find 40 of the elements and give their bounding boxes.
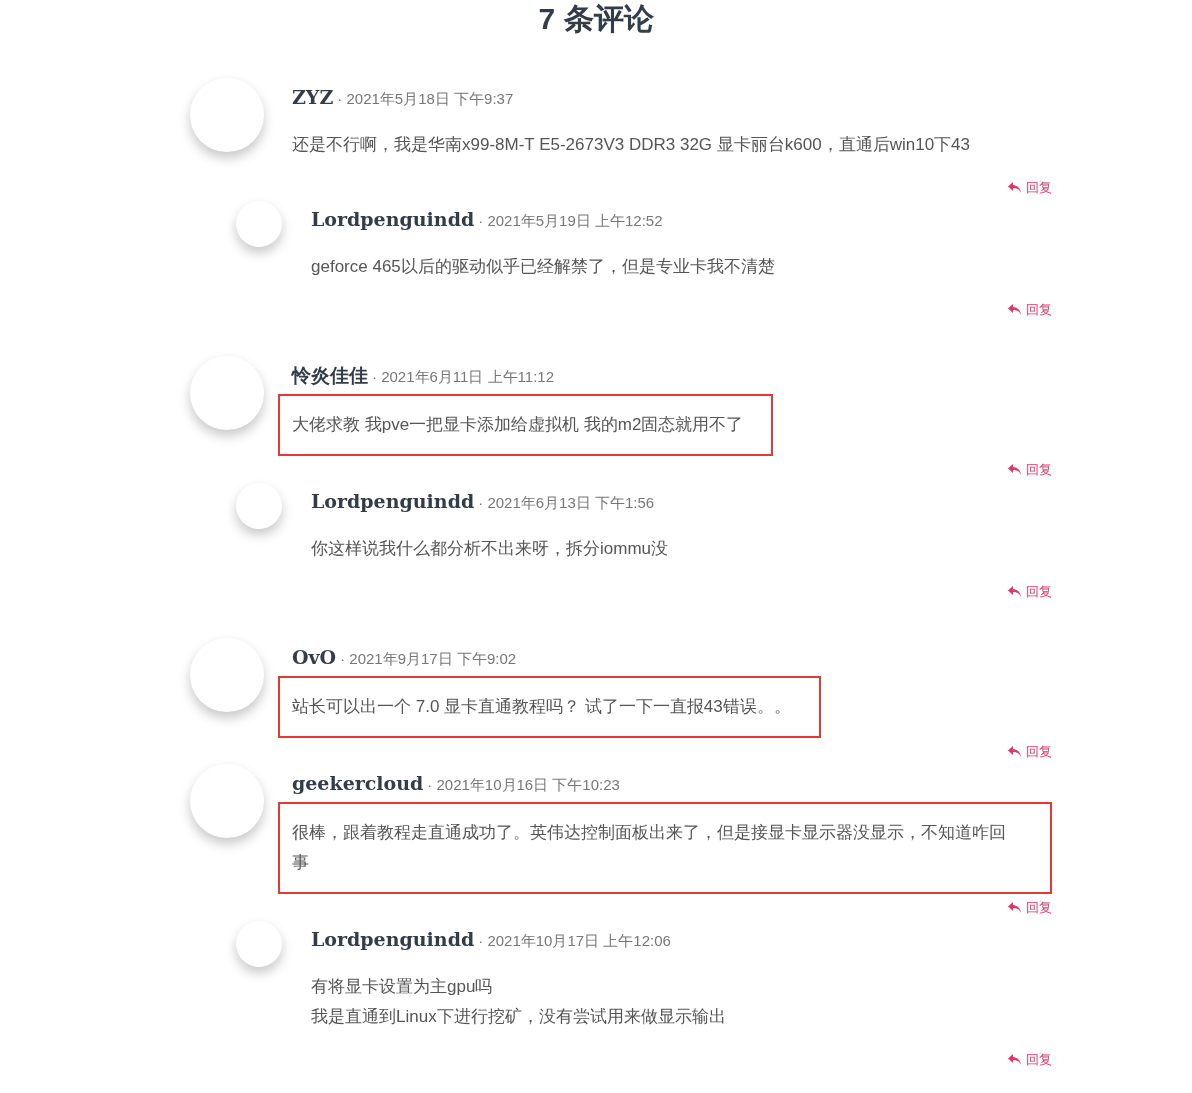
comment-date: · 2021年5月19日 上午12:52: [478, 211, 663, 231]
comment-author: 怜炎佳佳: [292, 363, 368, 387]
reply-icon: [1008, 464, 1022, 476]
comment-date: · 2021年10月17日 上午12:06: [478, 931, 671, 951]
reply-link[interactable]: 回复: [1008, 179, 1052, 197]
comment-date: · 2021年10月16日 下午10:23: [427, 775, 620, 795]
comment-text: 站长可以出一个 7.0 显卡直通教程吗？ 试了一下一直报43错误。。: [292, 696, 792, 718]
comment-text: geforce 465以后的驱动似乎已经解禁了，但是专业卡我不清楚: [311, 256, 776, 278]
comment-author: OvO: [292, 645, 337, 669]
reply-link[interactable]: 回复: [1008, 899, 1052, 917]
reply-icon: [1008, 304, 1022, 316]
comment-date: · 2021年6月11日 上午11:12: [372, 367, 555, 387]
comment-text: 我是直通到Linux下进行挖矿，没有尝试用来做显示输出: [311, 1006, 727, 1028]
comments-heading: 7 条评论: [537, 1, 655, 37]
reply-icon: [1008, 586, 1022, 598]
comment-author: ZYZ: [292, 85, 334, 109]
reply-icon: [1008, 182, 1022, 194]
comment-text: 你这样说我什么都分析不出来呀，拆分iommu没: [311, 538, 669, 560]
reply-link[interactable]: 回复: [1008, 301, 1052, 319]
reply-link[interactable]: 回复: [1008, 1051, 1052, 1069]
avatar: [236, 483, 282, 529]
reply-icon: [1008, 902, 1022, 914]
comment-author: Lordpenguindd: [311, 207, 475, 231]
avatar: [236, 201, 282, 247]
reply-link[interactable]: 回复: [1008, 461, 1052, 479]
reply-icon: [1008, 1054, 1022, 1066]
comment-text: 大佬求教 我pve一把显卡添加给虚拟机 我的m2固态就用不了: [292, 414, 745, 436]
comment-author: Lordpenguindd: [311, 927, 475, 951]
comment-author: geekercloud: [292, 771, 424, 795]
comment-date: · 2021年6月13日 下午1:56: [478, 493, 655, 513]
comment-author: Lordpenguindd: [311, 489, 475, 513]
avatar: [236, 921, 282, 967]
comment-text: 还是不行啊，我是华南x99-8M-T E5-2673V3 DDR3 32G 显卡丽台k600，直通后win10下43: [292, 134, 971, 156]
comment-text: 有将显卡设置为主gpu吗: [311, 976, 494, 998]
reply-icon: [1008, 746, 1022, 758]
reply-link[interactable]: 回复: [1008, 743, 1052, 761]
comment-text: 很棒，跟着教程走直通成功了。英伟达控制面板出来了，但是接显卡显示器没显示，不知道咋回事: [292, 822, 1007, 874]
comment-date: · 2021年5月18日 下午9:37: [337, 89, 514, 109]
reply-link[interactable]: 回复: [1008, 583, 1052, 601]
comment-date: · 2021年9月17日 下午9:02: [340, 649, 517, 669]
